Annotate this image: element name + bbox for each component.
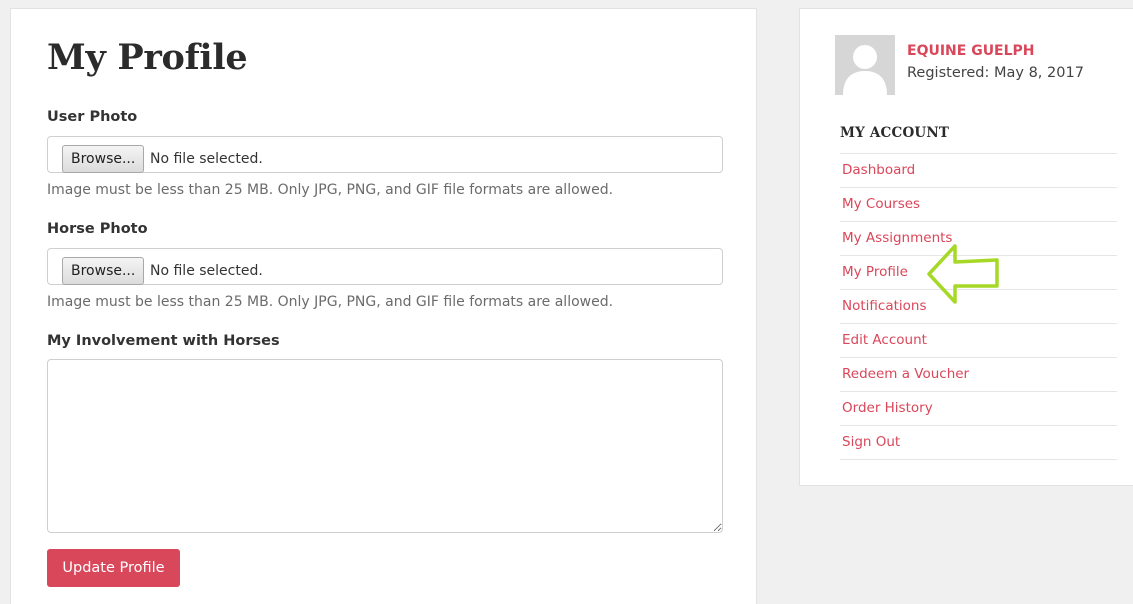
user-photo-label: User Photo: [47, 109, 138, 125]
user-photo-file-input[interactable]: Browse... No file selected.: [47, 136, 723, 173]
sidebar-item-edit-account[interactable]: Edit Account: [840, 324, 1117, 358]
sidebar-item-redeem-voucher[interactable]: Redeem a Voucher: [840, 358, 1117, 392]
profile-form-card: My Profile User Photo Browse... No file …: [10, 8, 757, 604]
page: My Profile User Photo Browse... No file …: [0, 0, 1133, 604]
my-account-heading: MY ACCOUNT: [840, 125, 950, 141]
horse-photo-file-status: No file selected.: [150, 263, 263, 279]
user-photo-file-status: No file selected.: [150, 151, 263, 167]
user-photo-browse-button[interactable]: Browse...: [62, 145, 145, 173]
involvement-label: My Involvement with Horses: [47, 333, 280, 349]
sidebar-item-order-history[interactable]: Order History: [840, 392, 1117, 426]
page-title: My Profile: [47, 37, 248, 78]
default-avatar-icon: [835, 35, 895, 95]
sidebar-item-sign-out[interactable]: Sign Out: [840, 426, 1117, 460]
left-arrow-outline-icon: [927, 244, 999, 304]
horse-photo-help-text: Image must be less than 25 MB. Only JPG,…: [47, 294, 614, 310]
user-name-link[interactable]: EQUINE GUELPH: [907, 43, 1035, 59]
horse-photo-browse-button[interactable]: Browse...: [62, 257, 145, 285]
account-nav: Dashboard My Courses My Assignments My P…: [840, 153, 1117, 460]
involvement-textarea[interactable]: [47, 359, 723, 533]
registered-date: Registered: May 8, 2017: [907, 65, 1084, 81]
update-profile-button[interactable]: Update Profile: [47, 549, 180, 587]
horse-photo-file-input[interactable]: Browse... No file selected.: [47, 248, 723, 285]
sidebar-item-my-courses[interactable]: My Courses: [840, 188, 1117, 222]
horse-photo-label: Horse Photo: [47, 221, 148, 237]
user-photo-help-text: Image must be less than 25 MB. Only JPG,…: [47, 182, 614, 198]
sidebar-item-dashboard[interactable]: Dashboard: [840, 154, 1117, 188]
